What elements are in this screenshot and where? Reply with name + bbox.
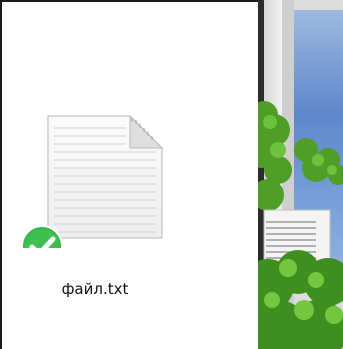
explorer-window: файл.txt	[0, 0, 258, 349]
file-name-label: файл.txt	[61, 280, 129, 298]
file-item[interactable]: файл.txt	[20, 108, 170, 308]
desktop-wallpaper	[258, 0, 343, 349]
text-document-icon	[21, 114, 164, 248]
wallpaper-image	[258, 0, 343, 349]
